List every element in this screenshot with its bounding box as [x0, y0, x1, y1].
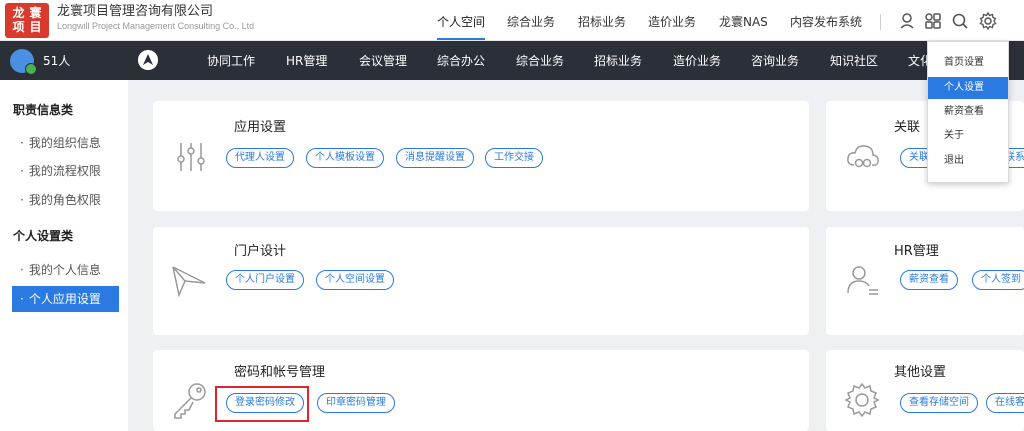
tag-salary-view[interactable]: 薪资查看 — [900, 270, 958, 290]
nav-logo-icon[interactable] — [138, 50, 158, 70]
company-logo: 龙寰项目 — [5, 3, 49, 38]
sidebar-item-app-settings[interactable]: · 个人应用设置 — [12, 286, 119, 312]
settings-gear-icon — [844, 382, 880, 418]
card-app-settings: 应用设置 代理人设置 个人模板设置 消息提醒设置 工作交接 — [153, 101, 809, 211]
search-icon[interactable] — [950, 11, 970, 31]
nav-office[interactable]: 综合办公 — [437, 53, 485, 69]
card-title: 关联 — [894, 120, 921, 135]
user-profile-icon — [847, 266, 878, 295]
sidebar-item-label: 我的个人信息 — [28, 263, 101, 277]
user-count: 51人 — [43, 54, 71, 68]
card-title: 应用设置 — [234, 120, 287, 135]
tag-template-settings[interactable]: 个人模板设置 — [306, 148, 384, 168]
tag-proxy-settings[interactable]: 代理人设置 — [226, 148, 294, 168]
dropdown-logout[interactable]: 退出 — [928, 150, 1008, 172]
tag-seal-password[interactable]: 印章密码管理 — [317, 393, 395, 413]
sidebar-item-label: 我的流程权限 — [28, 164, 101, 178]
card-other-settings: 其他设置 查看存储空间 在线客 — [826, 350, 1024, 431]
dropdown-about[interactable]: 关于 — [928, 125, 1008, 147]
tag-storage-view[interactable]: 查看存储空间 — [900, 393, 978, 413]
dropdown-personal-settings[interactable]: 个人设置 — [928, 77, 1008, 99]
sidebar: 职责信息类 · 我的组织信息 · 我的流程权限 · 我的角色权限 个人设置类 · 我的个… — [0, 80, 128, 431]
sidebar-category-duty: 职责信息类 — [13, 103, 74, 117]
top-nav-bidding[interactable]: 招标业务 — [578, 14, 626, 30]
company-name-cn: 龙寰项目管理咨询有限公司 — [57, 4, 214, 19]
sidebar-item-label: 我的组织信息 — [28, 136, 101, 150]
nav-bidding[interactable]: 招标业务 — [594, 53, 642, 69]
company-name: 龙寰项目管理咨询有限公司 Longwill Project Management… — [57, 4, 254, 32]
tag-checkin[interactable]: 个人签到 — [972, 270, 1024, 290]
top-nav-nas[interactable]: 龙寰NAS — [719, 14, 768, 30]
sidebar-item-label: 我的角色权限 — [28, 193, 101, 207]
cloud-link-icon — [847, 145, 879, 168]
card-title: HR管理 — [894, 244, 939, 259]
nav-collab[interactable]: 协同工作 — [207, 53, 255, 69]
dropdown-salary-view[interactable]: 薪资查看 — [928, 101, 1008, 123]
sidebar-item-flow-permission[interactable]: · 我的流程权限 — [12, 158, 119, 184]
tag-portal-settings[interactable]: 个人门户设置 — [226, 270, 304, 290]
user-location-icon[interactable] — [897, 11, 917, 31]
sidebar-item-org-info[interactable]: · 我的组织信息 — [12, 130, 119, 156]
tag-work-handover[interactable]: 工作交接 — [485, 148, 543, 168]
card-hr: HR管理 薪资查看 个人签到 — [826, 227, 1024, 335]
nav-cost[interactable]: 造价业务 — [673, 53, 721, 69]
top-header: 龙寰项目 龙寰项目管理咨询有限公司 Longwill Project Manag… — [0, 0, 1024, 41]
card-title: 门户设计 — [234, 244, 287, 259]
main-nav-bar: 51人 协同工作 HR管理 会议管理 综合办公 综合业务 招标业务 造价业务 咨… — [0, 41, 1024, 80]
nav-business[interactable]: 综合业务 — [516, 53, 564, 69]
online-check-icon — [25, 63, 37, 75]
tag-online-service[interactable]: 在线客 — [986, 393, 1024, 413]
settings-dropdown: 首页设置 个人设置 薪资查看 关于 退出 — [927, 41, 1009, 183]
tag-space-settings[interactable]: 个人空间设置 — [316, 270, 394, 290]
card-title: 密码和帐号管理 — [234, 365, 326, 380]
top-nav-personal-space[interactable]: 个人空间 — [437, 14, 486, 40]
sidebar-category-personal: 个人设置类 — [13, 229, 74, 243]
top-nav-publish[interactable]: 内容发布系统 — [790, 14, 862, 30]
nav-meeting[interactable]: 会议管理 — [359, 53, 407, 69]
avatar[interactable] — [10, 49, 37, 75]
apps-grid-icon[interactable] — [923, 11, 943, 31]
company-name-en: Longwill Project Management Consulting C… — [57, 21, 255, 31]
sidebar-item-personal-info[interactable]: · 我的个人信息 — [12, 257, 119, 283]
dropdown-home-settings[interactable]: 首页设置 — [928, 52, 1008, 74]
top-nav-integrated-business[interactable]: 综合业务 — [507, 14, 555, 30]
sidebar-item-label: 个人应用设置 — [28, 292, 101, 306]
sliders-icon — [177, 143, 205, 171]
key-icon — [174, 383, 206, 419]
card-title: 其他设置 — [894, 365, 947, 380]
highlight-box — [215, 386, 309, 422]
card-portal-design: 门户设计 个人门户设置 个人空间设置 — [153, 227, 809, 335]
paper-plane-icon — [172, 266, 206, 298]
sidebar-item-role-permission[interactable]: · 我的角色权限 — [12, 187, 119, 213]
nav-knowledge[interactable]: 知识社区 — [830, 53, 878, 69]
nav-hr[interactable]: HR管理 — [286, 53, 327, 69]
gear-icon[interactable] — [978, 11, 998, 31]
top-nav-cost[interactable]: 造价业务 — [648, 14, 696, 30]
nav-consult[interactable]: 咨询业务 — [751, 53, 799, 69]
divider — [880, 14, 881, 30]
tag-notification-settings[interactable]: 消息提醒设置 — [396, 148, 474, 168]
